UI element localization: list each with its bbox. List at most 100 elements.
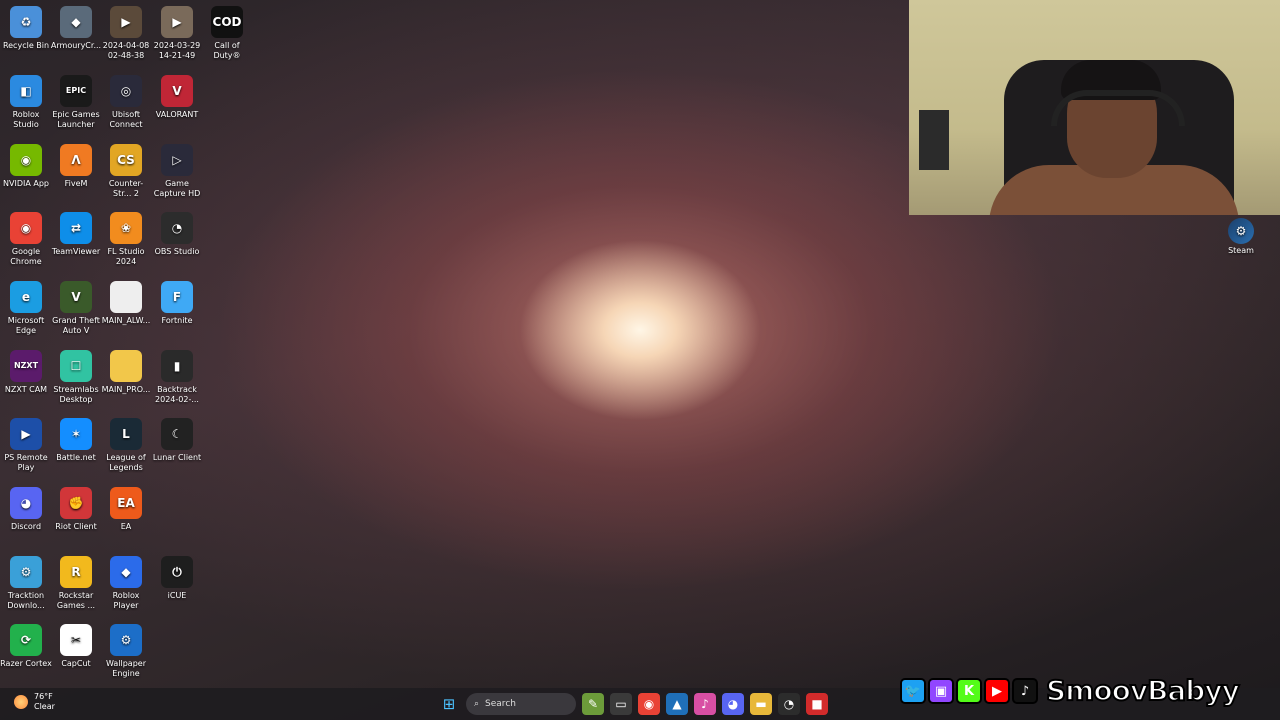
desktop-icon[interactable]: ◉ Google Chrome [0,212,52,267]
start-button[interactable]: ⊞ [438,693,460,715]
discord-taskbar-icon[interactable]: ◕ [722,693,744,715]
nvidia-icon: ◉ [10,144,42,176]
armoury-crate-icon: ◆ [60,6,92,38]
desktop-icon[interactable]: ◆ Roblox Player [100,556,152,611]
desktop-icon[interactable]: COD Call of Duty® [201,6,253,61]
desktop-icon-label: Game Capture HD [153,179,201,198]
desktop-icon[interactable]: ✂ CapCut [50,624,102,669]
desktop-icon-label: MAIN_ALW... [101,316,151,325]
folder-doodle-icon[interactable]: ✎ [582,693,604,715]
itunes-icon[interactable]: ♪ [694,693,716,715]
backtrack-icon: ▮ [161,350,193,382]
task-view-icon[interactable]: ▭ [610,693,632,715]
video-file-icon: ▶ [161,6,193,38]
desktop-icon[interactable]: ✶ Battle.net [50,418,102,463]
streamlabs-icon: ☐ [60,350,92,382]
desktop-icon[interactable]: ⚙ Tracktion Downlo... [0,556,52,611]
desktop-icon[interactable]: ▷ Game Capture HD [151,144,203,199]
desktop-icon-label: League of Legends [106,453,146,472]
desktop-icon[interactable]: EA EA [100,487,152,532]
search-box[interactable]: ⌕ Search [466,693,576,715]
desktop-icon[interactable]: ♻ Recycle Bin [0,6,52,51]
desktop-icon[interactable]: ▶ 2024-03-29 14-21-49 [151,6,203,61]
chrome-taskbar-icon[interactable]: ◉ [638,693,660,715]
desktop-icon-grid: ♻ Recycle Bin ◆ ArmouryCr... ▶ 2024-04-08 02-… [0,0,260,686]
video-file-icon: ▶ [110,6,142,38]
desktop-icon[interactable]: ⇄ TeamViewer [50,212,102,257]
fivem-icon: Λ [60,144,92,176]
desktop-icon-label: Fortnite [161,316,193,325]
roblox-studio-icon: ◧ [10,75,42,107]
desktop-icon[interactable]: MAIN_PRO... [100,350,152,395]
red-app-icon[interactable]: ■ [806,693,828,715]
desktop-icon[interactable]: Λ FiveM [50,144,102,189]
desktop-icon[interactable]: ❀ FL Studio 2024 [100,212,152,267]
photos-icon[interactable]: ▲ [666,693,688,715]
fortnite-icon: F [161,281,193,313]
desktop-icon[interactable]: ▶ PS Remote Play [0,418,52,473]
league-icon: L [110,418,142,450]
steam-icon: ⚙ [1228,218,1254,244]
ea-icon: EA [110,487,142,519]
desktop-icon-steam[interactable]: ⚙ Steam [1219,218,1263,255]
obs-taskbar-icon[interactable]: ◔ [778,693,800,715]
desktop-icon[interactable]: ◕ Discord [0,487,52,532]
search-label: Search [485,699,516,709]
desktop-icon-label: Battle.net [56,453,96,462]
social-overlay: 🐦 ▣ K ▶ ♪ SmoovBabyy [900,675,1241,707]
desktop-icon[interactable]: e Microsoft Edge [0,281,52,336]
desktop-icon[interactable]: ☾ Lunar Client [151,418,203,463]
desktop-icon[interactable]: ◉ NVIDIA App [0,144,52,189]
game-capture-icon: ▷ [161,144,193,176]
desktop-icon[interactable]: ▶ 2024-04-08 02-48-38 [100,6,152,61]
desktop-icon[interactable]: F Fortnite [151,281,203,326]
recycle-bin-icon: ♻ [10,6,42,38]
search-icon: ⌕ [474,699,480,709]
valorant-icon: V [161,75,193,107]
desktop-icon[interactable]: ◆ ArmouryCr... [50,6,102,51]
desktop-icon-label: Backtrack 2024-02-... [155,385,199,404]
desktop-icon[interactable]: L League of Legends [100,418,152,473]
webcam-headphones [1051,90,1185,126]
desktop-icon[interactable]: V Grand Theft Auto V [50,281,102,336]
desktop-icon-label: PS Remote Play [4,453,48,472]
desktop-icon-label: Riot Client [55,522,97,531]
desktop-icon-label: OBS Studio [154,247,200,256]
desktop-icon-label: Microsoft Edge [7,316,45,335]
webcam-overlay [909,0,1280,215]
desktop-icon-label: FL Studio 2024 [107,247,145,266]
desktop-icon[interactable]: ⏻ iCUE [151,556,203,601]
taskbar-center: ⊞ ⌕ Search ✎ ▭ ◉ ▲ ♪ ◕ ▬ ◔ ■ [438,693,828,715]
desktop-icon[interactable]: ☐ Streamlabs Desktop [50,350,102,405]
desktop-icon[interactable]: ✊ Riot Client [50,487,102,532]
desktop-icon[interactable]: ◎ Ubisoft Connect [100,75,152,130]
desktop-icon-label: Roblox Studio [12,110,40,129]
desktop-icon-label: NZXT CAM [4,385,48,394]
desktop-icon[interactable]: EPIC Epic Games Launcher [50,75,102,130]
desktop-icon[interactable]: V VALORANT [151,75,203,120]
desktop-icon-label: Lunar Client [152,453,202,462]
desktop-icon-label: Grand Theft Auto V [52,316,100,335]
kick-icon: K [956,678,982,704]
desktop-icon[interactable]: ⟳ Razer Cortex [0,624,52,669]
desktop-icon-label: NVIDIA App [3,179,49,188]
desktop-icon[interactable]: ⚙ Wallpaper Engine [100,624,152,679]
file-explorer-icon[interactable]: ▬ [750,693,772,715]
gta-icon: V [60,281,92,313]
desktop-icon-label: 2024-03-29 14-21-49 [153,41,201,60]
desktop-icon[interactable]: NZXT NZXT CAM [0,350,52,395]
desktop-icon[interactable]: R Rockstar Games ... [50,556,102,611]
desktop-icon-label: VALORANT [155,110,199,119]
desktop-icon[interactable]: CS Counter-Str... 2 [100,144,152,199]
desktop-icon[interactable]: MAIN_ALW... [100,281,152,326]
webcam-mic-arm [919,110,949,170]
desktop-icon-label: Wallpaper Engine [105,659,146,678]
teamviewer-icon: ⇄ [60,212,92,244]
counter-strike-icon: CS [110,144,142,176]
desktop-icon[interactable]: ◔ OBS Studio [151,212,203,257]
weather-widget[interactable]: 76°F Clear [14,692,55,712]
desktop-icon[interactable]: ▮ Backtrack 2024-02-... [151,350,203,405]
epic-games-icon: EPIC [60,75,92,107]
desktop-icon[interactable]: ◧ Roblox Studio [0,75,52,130]
desktop-icon-label: Tracktion Downlo... [7,591,45,610]
